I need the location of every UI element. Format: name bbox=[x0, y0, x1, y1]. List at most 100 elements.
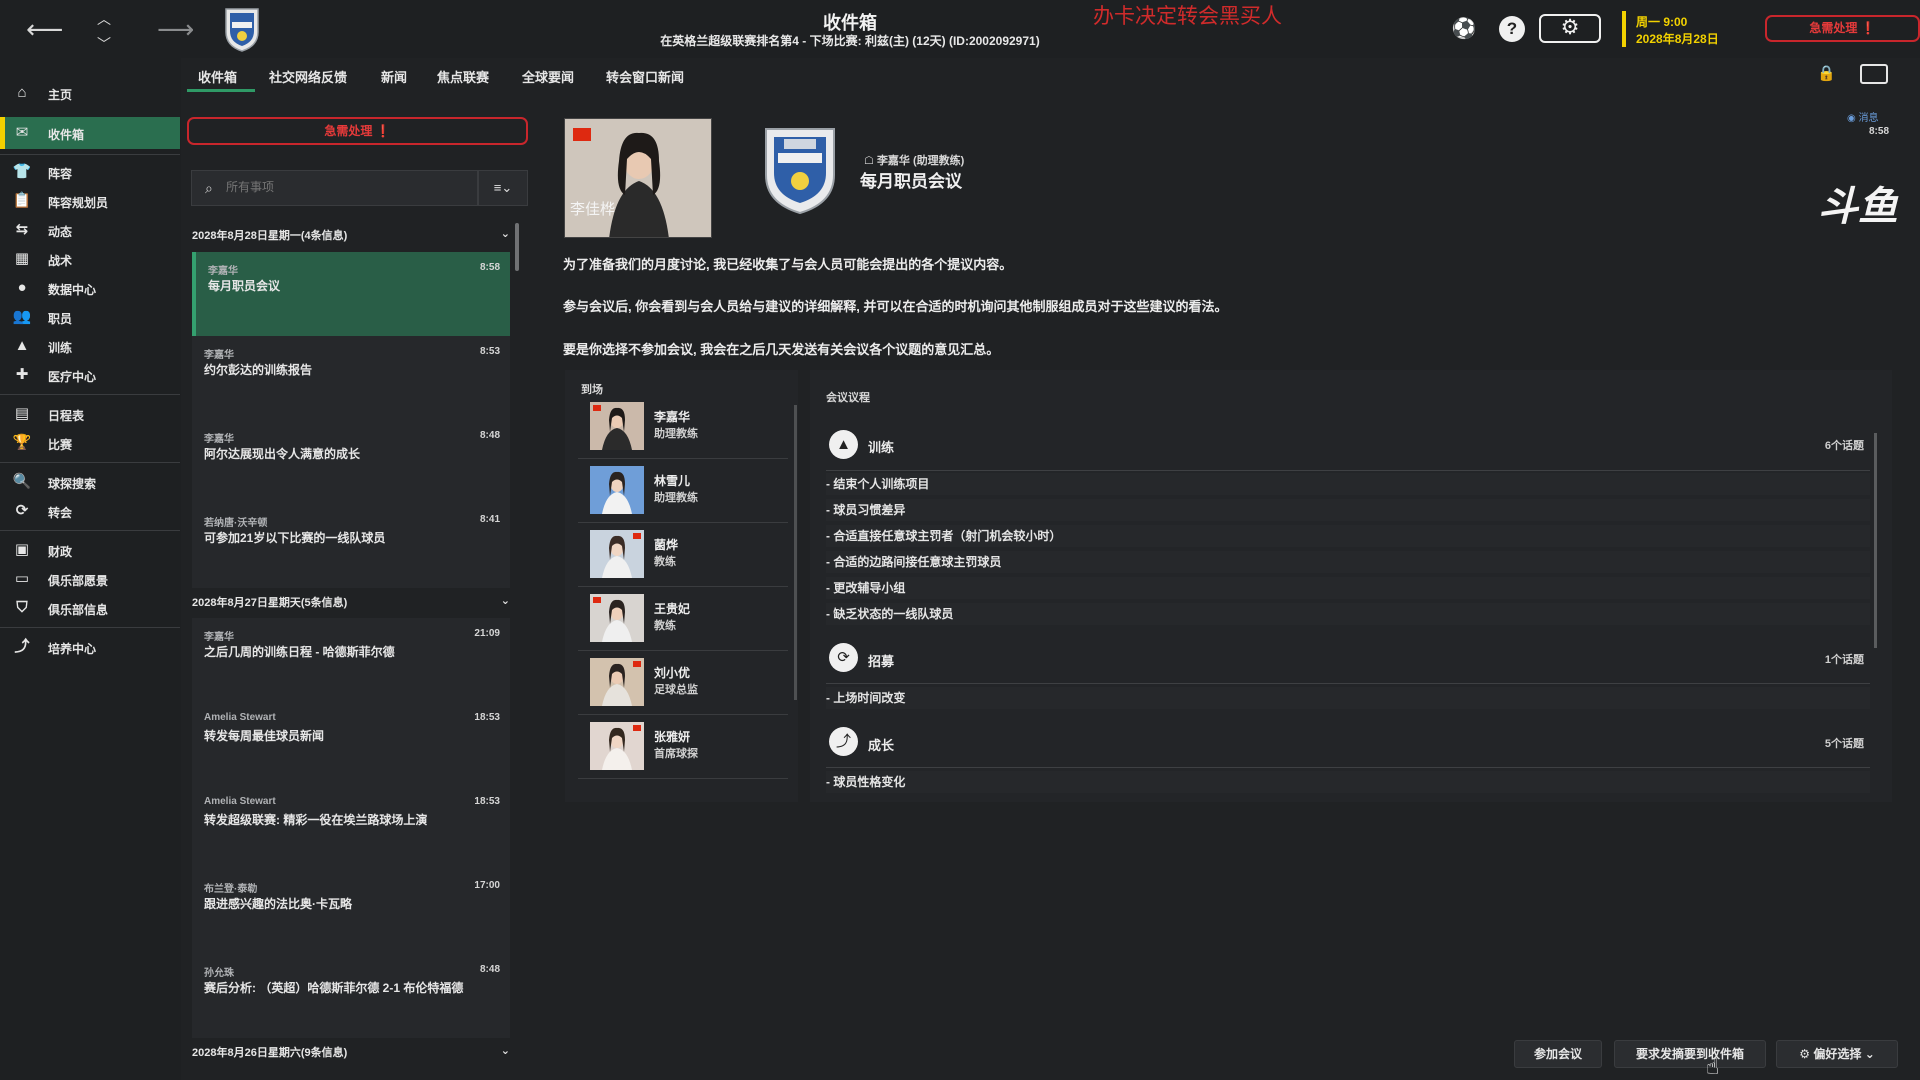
tab-world-news[interactable]: 全球要闻 bbox=[522, 67, 574, 86]
search-input[interactable] bbox=[226, 180, 466, 194]
message-type-label: 消息 bbox=[1858, 113, 1879, 124]
attendance-scrollbar[interactable] bbox=[794, 405, 797, 700]
help-icon[interactable]: ? bbox=[1499, 16, 1525, 42]
agenda-item[interactable]: - 球员性格变化 bbox=[826, 771, 1870, 793]
inbox-icon: ✉ bbox=[15, 124, 29, 141]
sidebar-item-label: 动态 bbox=[48, 225, 73, 239]
sidebar-item-competitions[interactable]: 🏆 比赛 bbox=[0, 427, 180, 459]
inbox-message[interactable]: 李嘉华 8:58 每月职员会议 bbox=[192, 252, 510, 336]
sidebar-item-medical[interactable]: ✚ 医疗中心 bbox=[0, 359, 180, 391]
attendee-name: 菌烨 bbox=[654, 538, 679, 552]
sidebar-item-schedule[interactable]: ▤ 日程表 bbox=[0, 398, 180, 430]
message-type-tag: ◉ 消息 bbox=[1847, 109, 1879, 124]
inbox-message[interactable]: 孙允珠 8:48 赛后分析: （英超）哈德斯菲尔德 2-1 布伦特福德 bbox=[192, 954, 510, 1038]
sidebar-item-label: 数据中心 bbox=[48, 283, 97, 297]
message-subject: 之后几周的训练日程 - 哈德斯菲尔德 bbox=[204, 645, 395, 659]
tab-focus-league[interactable]: 焦点联赛 bbox=[437, 67, 489, 86]
sidebar-item-data-hub[interactable]: ● 数据中心 bbox=[0, 272, 180, 304]
urgent-action-button[interactable]: 急需处理 ❗ bbox=[1765, 15, 1920, 42]
inbox-message[interactable]: 李嘉华 8:53 约尔彭达的训练报告 bbox=[192, 336, 510, 420]
inbox-message[interactable]: 布兰登·泰勒 17:00 跟进感兴趣的法比奥·卡瓦略 bbox=[192, 870, 510, 954]
attendee-row[interactable]: 张雅妍 首席球探 bbox=[578, 716, 788, 779]
agenda-item[interactable]: - 合适直接任意球主罚者（射门机会较小时） bbox=[826, 525, 1870, 547]
settings-button[interactable]: ⚙ bbox=[1539, 14, 1601, 43]
message-paragraph: 要是你选择不参加会议, 我会在之后几天发送有关会议各个议题的意见汇总。 bbox=[563, 342, 1000, 357]
agenda-item[interactable]: - 上场时间改变 bbox=[826, 687, 1870, 709]
sidebar-item-staff[interactable]: 👥 职员 bbox=[0, 301, 180, 333]
football-icon[interactable]: ⚽ bbox=[1451, 16, 1477, 42]
sidebar-item-squad[interactable]: 👕 阵容 bbox=[0, 156, 180, 188]
tab-inbox[interactable]: 收件箱 bbox=[198, 67, 237, 86]
attendee-row[interactable]: 李嘉华 助理教练 bbox=[578, 396, 788, 459]
avatar bbox=[590, 530, 644, 578]
gear-icon: ⚙ bbox=[1799, 1047, 1810, 1061]
date-group-header[interactable]: 2028年8月28日星期一(4条信息) ⌄ bbox=[192, 227, 510, 253]
sidebar-item-transfers[interactable]: ⟳ 转会 bbox=[0, 495, 180, 527]
tab-news[interactable]: 新闻 bbox=[381, 67, 407, 86]
inbox-message[interactable]: 李嘉华 21:09 之后几周的训练日程 - 哈德斯菲尔德 bbox=[192, 618, 510, 702]
club-crest-icon bbox=[765, 128, 835, 215]
sidebar-item-training[interactable]: ▲ 训练 bbox=[0, 330, 180, 362]
attendee-row[interactable]: 林雪儿 助理教练 bbox=[578, 460, 788, 523]
agenda-item[interactable]: - 球员习惯差异 bbox=[826, 499, 1870, 521]
tab-transfer-window-news[interactable]: 转会窗口新闻 bbox=[606, 67, 684, 86]
sidebar-item-club-info[interactable]: ⛉ 俱乐部信息 bbox=[0, 592, 180, 624]
search-box: ⌕ bbox=[191, 170, 478, 206]
sidebar-item-finances[interactable]: ▣ 财政 bbox=[0, 534, 180, 566]
date-group-header[interactable]: 2028年8月27日星期天(5条信息) ⌄ bbox=[192, 594, 510, 620]
agenda-item[interactable]: - 结束个人训练项目 bbox=[826, 473, 1870, 495]
inbox-message[interactable]: Amelia Stewart 18:53 转发每周最佳球员新闻 bbox=[192, 702, 510, 786]
urgent-filter-button[interactable]: 急需处理 ❗ bbox=[187, 117, 528, 145]
sidebar-item-dynamics[interactable]: ⇆ 动态 bbox=[0, 214, 180, 246]
sidebar-item-label: 阵容 bbox=[48, 167, 73, 181]
medical-icon: ✚ bbox=[15, 366, 29, 383]
sidebar-item-scouting[interactable]: 🔍 球探搜索 bbox=[0, 466, 180, 498]
request-summary-button[interactable]: 要求发摘要到收件箱 bbox=[1614, 1040, 1766, 1068]
inbox-message[interactable]: 李嘉华 8:48 阿尔达展现出令人满意的成长 bbox=[192, 420, 510, 504]
screen-toggle-icon[interactable] bbox=[1860, 64, 1888, 84]
list-filter-button[interactable]: ≡⌄ bbox=[478, 170, 528, 206]
message-subject: 每月职员会议 bbox=[208, 279, 281, 293]
training-icon: ▲ bbox=[14, 337, 30, 354]
agenda-topic-count: 1个话题 bbox=[1824, 654, 1864, 666]
attendee-row[interactable]: 王贵妃 教练 bbox=[578, 588, 788, 651]
sidebar-item-label: 转会 bbox=[48, 506, 73, 520]
preferences-button[interactable]: ⚙ 偏好选择 ⌄ bbox=[1776, 1040, 1898, 1068]
agenda-item[interactable]: - 更改辅导小组 bbox=[826, 577, 1870, 599]
sidebar-item-development[interactable]: ⤴ 培养中心 bbox=[0, 631, 180, 663]
current-date: 2028年8月28日 bbox=[1636, 32, 1719, 46]
attendee-row[interactable]: 菌烨 教练 bbox=[578, 524, 788, 587]
attendee-name: 刘小优 bbox=[654, 666, 691, 680]
message-paragraph: 参与会议后, 你会看到与会人员给与建议的详细解释, 并可以在合适的时机询问其他制… bbox=[563, 299, 1228, 314]
inbox-message[interactable]: 若纳唐·沃辛顿 8:41 可参加21岁以下比赛的一线队球员 bbox=[192, 504, 510, 588]
agenda-divider bbox=[826, 470, 1870, 471]
sidebar-item-squad-planner[interactable]: 📋 阵容规划员 bbox=[0, 185, 180, 217]
inbox-message[interactable]: Amelia Stewart 18:53 转发超级联赛: 精彩一役在埃兰路球场上演 bbox=[192, 786, 510, 870]
agenda-heading: 会议议程 bbox=[826, 392, 870, 404]
sidebar-item-home[interactable]: ⌂ 主页 bbox=[0, 77, 180, 109]
tab-social-feedback[interactable]: 社交网络反馈 bbox=[269, 67, 347, 86]
scout-icon: 🔍 bbox=[12, 473, 32, 490]
sidebar-item-inbox[interactable]: ✉ 收件箱 bbox=[0, 117, 180, 149]
avatar bbox=[590, 658, 644, 706]
agenda-item[interactable]: - 缺乏状态的一线队球员 bbox=[826, 603, 1870, 625]
eye-icon: ◉ bbox=[1847, 113, 1856, 124]
attendee-name: 李嘉华 bbox=[654, 410, 691, 424]
lock-icon[interactable]: 🔒 bbox=[1817, 64, 1836, 82]
alert-icon: ❗ bbox=[1860, 21, 1876, 35]
message-time: 8:48 bbox=[479, 964, 500, 975]
inbox-scrollbar[interactable] bbox=[515, 223, 519, 271]
sidebar-item-label: 比赛 bbox=[48, 438, 73, 452]
attendee-role: 助理教练 bbox=[654, 492, 698, 504]
message-time: 8:58 bbox=[479, 262, 500, 273]
agenda-scrollbar[interactable] bbox=[1874, 433, 1877, 648]
chevron-down-icon: ⌄ bbox=[500, 1045, 510, 1057]
attend-meeting-button[interactable]: 参加会议 bbox=[1514, 1040, 1602, 1068]
attendee-row[interactable]: 刘小优 足球总监 bbox=[578, 652, 788, 715]
agenda-item[interactable]: - 合适的边路间接任意球主罚球员 bbox=[826, 551, 1870, 573]
date-group-header[interactable]: 2028年8月26日星期六(9条信息) ⌄ bbox=[192, 1044, 510, 1070]
sidebar-item-tactics[interactable]: ▦ 战术 bbox=[0, 243, 180, 275]
sidebar-item-club-vision[interactable]: ▭ 俱乐部愿景 bbox=[0, 563, 180, 595]
growth-icon: ⤴ bbox=[829, 727, 858, 756]
message-paragraph: 为了准备我们的月度讨论, 我已经收集了与会人员可能会提出的各个提议内容。 bbox=[563, 257, 1013, 272]
